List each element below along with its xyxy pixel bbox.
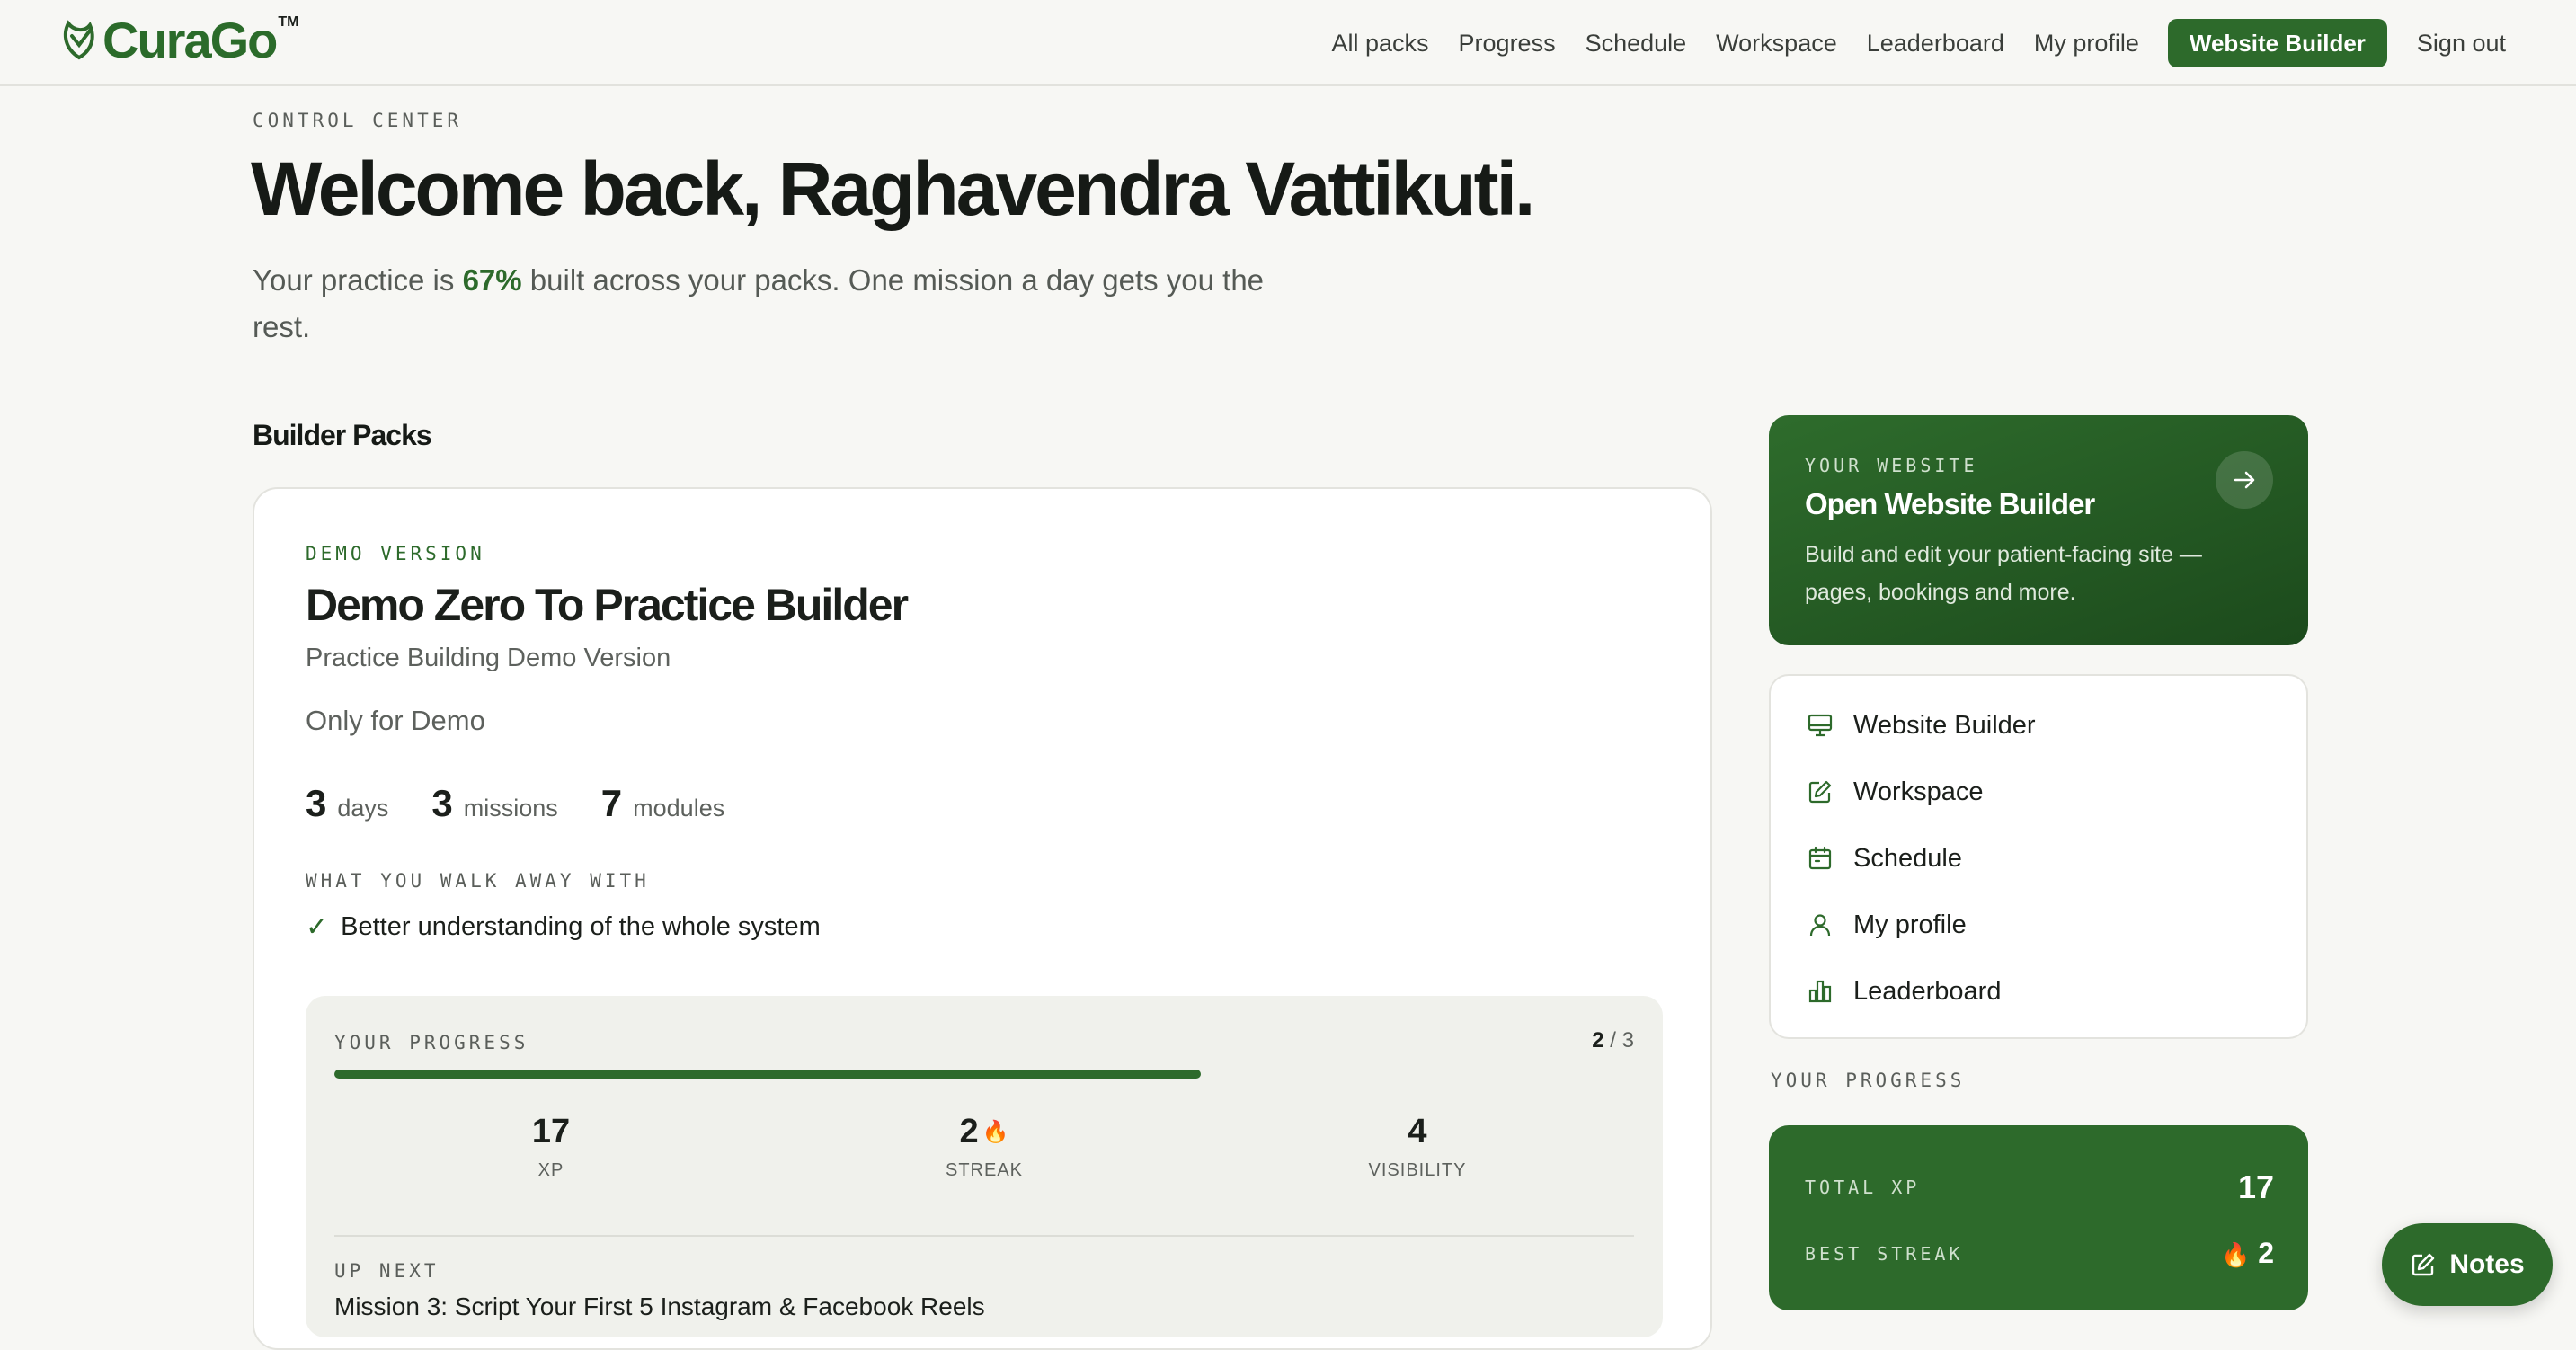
pack-stats: 3 days 3 missions 7 modules xyxy=(306,782,768,825)
best-streak-number: 2 xyxy=(2258,1237,2274,1269)
progress-track xyxy=(334,1070,1634,1079)
benefit-text: Better understanding of the whole system xyxy=(341,912,821,941)
quick-link-workspace[interactable]: Workspace xyxy=(1807,769,1984,814)
website-card-description: Build and edit your patient-facing site … xyxy=(1805,542,2202,605)
progress-done: 2 xyxy=(1592,1028,1604,1052)
stat-days: 3 days xyxy=(306,782,388,825)
stat-label: modules xyxy=(633,795,725,822)
stat-value: 3 xyxy=(431,782,453,824)
user-icon xyxy=(1809,914,1831,937)
visibility-stat: 4 VISIBILITY xyxy=(1201,1113,1634,1181)
sidebar-progress-label: YOUR PROGRESS xyxy=(1771,1070,1966,1091)
page-title: Welcome back, Raghavendra Vattikuti. xyxy=(251,147,1535,231)
calendar-icon xyxy=(1808,846,1832,870)
pack-title: Demo Zero To Practice Builder xyxy=(306,580,909,630)
bar-chart-icon xyxy=(1808,980,1832,1003)
website-card-title: Open Website Builder xyxy=(1805,487,2095,520)
nav-workspace[interactable]: Workspace xyxy=(1716,30,1837,58)
quick-link-schedule[interactable]: Schedule xyxy=(1807,836,1962,881)
lead-prefix: Your practice is xyxy=(253,263,463,297)
brand-trademark: TM xyxy=(278,14,299,30)
total-xp-label: TOTAL XP xyxy=(1805,1177,1921,1198)
quick-links-card: Website Builder Workspace Schedule My pr… xyxy=(1769,674,2308,1039)
visibility-label: VISIBILITY xyxy=(1368,1160,1467,1180)
progress-total: 3 xyxy=(1621,1028,1634,1052)
nav-leaderboard[interactable]: Leaderboard xyxy=(1867,30,2004,58)
pack-progress-panel: YOUR PROGRESS 2 / 3 17 XP 2 🔥 STREAK 4 VI… xyxy=(306,996,1663,1337)
up-next-label: UP NEXT xyxy=(334,1260,440,1282)
nav-schedule[interactable]: Schedule xyxy=(1586,30,1687,58)
xp-label: XP xyxy=(537,1160,564,1180)
xp-stat: 17 XP xyxy=(334,1113,768,1181)
flame-icon: 🔥 xyxy=(2220,1241,2251,1268)
xp-value: 17 xyxy=(334,1113,768,1151)
quick-link-label: Workspace xyxy=(1853,777,1984,806)
streak-stat: 2 🔥 STREAK xyxy=(768,1113,1201,1181)
lead-percent: 67% xyxy=(462,263,522,297)
walk-away-label: WHAT YOU WALK AWAY WITH xyxy=(306,870,650,892)
total-xp-value: 17 xyxy=(2237,1168,2274,1205)
progress-label: YOUR PROGRESS xyxy=(334,1032,529,1053)
top-header: CuraGo TM All packs Progress Schedule Wo… xyxy=(0,0,2576,86)
monitor-icon xyxy=(1808,714,1833,737)
notes-label: Notes xyxy=(2449,1249,2525,1279)
up-next-mission[interactable]: Mission 3: Script Your First 5 Instagram… xyxy=(334,1292,985,1321)
visibility-value: 4 xyxy=(1201,1113,1634,1151)
brand-name: CuraGo xyxy=(102,11,278,68)
main-nav: All packs Progress Schedule Workspace Le… xyxy=(1301,18,2506,68)
page-eyebrow: CONTROL CENTER xyxy=(253,110,463,131)
open-website-arrow-button[interactable] xyxy=(2216,451,2273,509)
edit-icon xyxy=(2412,1253,2435,1276)
stat-missions: 3 missions xyxy=(431,782,557,825)
divider xyxy=(334,1235,1634,1237)
edit-icon xyxy=(1808,780,1832,804)
total-xp-row: TOTAL XP 17 xyxy=(1805,1168,2274,1206)
open-website-builder-card[interactable]: YOUR WEBSITE Open Website Builder Build … xyxy=(1769,415,2308,645)
stat-value: 3 xyxy=(306,782,327,824)
stat-modules: 7 modules xyxy=(601,782,724,825)
visibility-number: 4 xyxy=(1408,1113,1427,1150)
flame-icon: 🔥 xyxy=(982,1120,1009,1144)
quick-link-leaderboard[interactable]: Leaderboard xyxy=(1807,969,2001,1014)
benefit-item: ✓ Better understanding of the whole syst… xyxy=(306,911,821,943)
brand-logo[interactable]: CuraGo TM xyxy=(59,11,299,68)
xp-summary-card: TOTAL XP 17 BEST STREAK 🔥 2 xyxy=(1769,1125,2308,1310)
notes-button[interactable]: Notes xyxy=(2382,1223,2553,1306)
sign-out-link[interactable]: Sign out xyxy=(2417,30,2506,58)
progress-fill xyxy=(334,1070,1202,1079)
quick-link-label: My profile xyxy=(1853,910,1967,939)
pack-subtitle: Practice Building Demo Version xyxy=(306,644,671,672)
stat-value: 7 xyxy=(600,782,623,824)
best-streak-label: BEST STREAK xyxy=(1805,1242,1964,1265)
section-title: Builder Packs xyxy=(253,419,432,451)
stat-label: days xyxy=(337,795,389,822)
nav-my-profile[interactable]: My profile xyxy=(2034,30,2139,58)
progress-stats: 17 XP 2 🔥 STREAK 4 VISIBILITY xyxy=(334,1113,1634,1181)
xp-number: 17 xyxy=(531,1113,571,1150)
pack-tag: DEMO VERSION xyxy=(306,543,485,564)
website-card-eyebrow: YOUR WEBSITE xyxy=(1805,455,1978,476)
streak-value: 2 🔥 xyxy=(768,1113,1201,1151)
nav-all-packs[interactable]: All packs xyxy=(1331,30,1428,58)
quick-link-my-profile[interactable]: My profile xyxy=(1807,902,1967,947)
quick-link-website-builder[interactable]: Website Builder xyxy=(1807,703,2036,748)
quick-link-label: Website Builder xyxy=(1853,710,2036,740)
best-streak-value: 🔥 2 xyxy=(2221,1237,2274,1270)
quick-link-label: Leaderboard xyxy=(1853,976,2002,1006)
streak-number: 2 xyxy=(959,1113,979,1150)
quick-link-label: Schedule xyxy=(1853,843,1962,873)
progress-count: 2 / 3 xyxy=(1592,1028,1634,1052)
check-icon: ✓ xyxy=(306,912,329,942)
page-lead: Your practice is 67% built across your p… xyxy=(253,257,1277,351)
pack-description: Only for Demo xyxy=(306,705,485,736)
best-streak-row: BEST STREAK 🔥 2 xyxy=(1805,1237,2274,1270)
website-builder-button[interactable]: Website Builder xyxy=(2167,19,2387,67)
stat-label: missions xyxy=(463,795,558,822)
nav-progress[interactable]: Progress xyxy=(1459,30,1556,58)
arrow-right-icon xyxy=(2234,471,2255,489)
leaf-logo-icon xyxy=(63,20,94,60)
streak-label: STREAK xyxy=(945,1160,1024,1180)
pack-card[interactable]: DEMO VERSION Demo Zero To Practice Build… xyxy=(253,487,1712,1350)
